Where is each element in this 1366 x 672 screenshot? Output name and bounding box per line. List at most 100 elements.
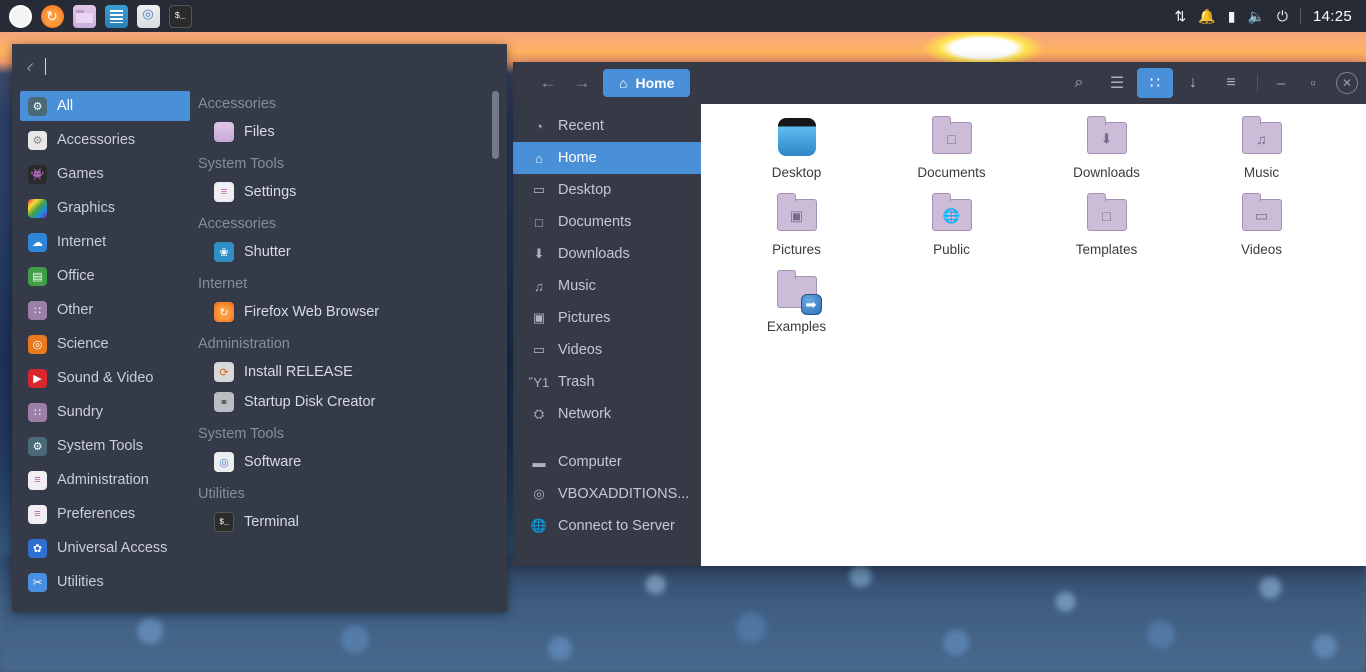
menu-scrollbar[interactable] [492, 91, 499, 591]
menu-application-groups: Accessories Files System Tools ≡ Settings Acc… [198, 87, 507, 537]
file-manager-window: ← → ⌂ Home ⌕ ☰ ∷ ↓ ≡ – ▫ ✕ ◔ Recent ⌂ Home ▭ Desktop… [513, 62, 1366, 566]
menu-app-install-release[interactable]: ⟳ Install RELEASE [198, 357, 507, 387]
system-tray: ⇅ 🔔 ▮ 🔈 ⏻ 14:25 [1175, 8, 1366, 25]
sidebar-item-label: Computer [558, 454, 622, 470]
sidebar-item-trash[interactable]: Ὕ1 Trash [513, 366, 701, 398]
menu-category-other[interactable]: ∷ Other [20, 295, 190, 325]
sidebar-item-documents[interactable]: □ Documents [513, 206, 701, 238]
sidebar-item-music[interactable]: ♫ Music [513, 270, 701, 302]
menu-category-system-tools[interactable]: ⚙ System Tools [20, 431, 190, 461]
menu-category-preferences[interactable]: ≡ Preferences [20, 499, 190, 529]
file-item[interactable]: □ Documents [874, 116, 1029, 193]
forward-arrow-icon[interactable]: → [565, 68, 599, 98]
symlink-badge-icon: ➡ [800, 294, 822, 315]
menu-category-games[interactable]: 👾 Games [20, 159, 190, 189]
search-button[interactable]: ⌕ [1061, 68, 1097, 98]
volume-icon[interactable]: 🔈 [1247, 9, 1264, 23]
menu-app-label: Terminal [244, 514, 299, 530]
menu-app-firefox-web-browser[interactable]: ↻ Firefox Web Browser [198, 297, 507, 327]
globe-icon: 🌐 [530, 518, 548, 533]
menu-category-universal-access[interactable]: ✿ Universal Access [20, 533, 190, 563]
sidebar-item-desktop[interactable]: ▭ Desktop [513, 174, 701, 206]
file-item[interactable]: ➡ Examples [719, 270, 874, 347]
dock-item-terminal[interactable]: $_ [164, 0, 196, 32]
file-item[interactable]: ▣ Pictures [719, 193, 874, 270]
dock-item-firefox[interactable]: ↻ [36, 0, 68, 32]
sidebar-item-label: Desktop [558, 182, 612, 198]
menu-group-heading: System Tools [198, 426, 284, 442]
menu-category-label: Utilities [57, 574, 104, 590]
battery-icon[interactable]: ▮ [1228, 9, 1236, 23]
file-manager-toolbar: ⌕ ☰ ∷ ↓ ≡ – ▫ ✕ [1061, 68, 1358, 98]
menu-category-office[interactable]: ▤ Office [20, 261, 190, 291]
menu-app-terminal[interactable]: $_ Terminal [198, 507, 507, 537]
maximize-button[interactable]: ▫ [1298, 69, 1328, 97]
back-arrow-icon[interactable]: ← [531, 68, 565, 98]
menu-category-sound-video[interactable]: ▶ Sound & Video [20, 363, 190, 393]
menu-category-accessories[interactable]: ⚙ Accessories [20, 125, 190, 155]
close-button[interactable]: ✕ [1336, 72, 1358, 94]
sidebar-item-network[interactable]: ⛭ Network [513, 398, 701, 430]
desktop-folder-icon [773, 116, 821, 160]
dock-item-start-button[interactable] [4, 0, 36, 32]
sidebar-item-connect-to-server[interactable]: 🌐 Connect to Server [513, 510, 701, 542]
menu-category-utilities[interactable]: ✂ Utilities [20, 567, 190, 597]
menu-app-software[interactable]: ◎ Software [198, 447, 507, 477]
menu-app-startup-disk-creator[interactable]: ⚭ Startup Disk Creator [198, 387, 507, 417]
play-icon: ▶ [28, 368, 47, 388]
menu-category-internet[interactable]: ☁ Internet [20, 227, 190, 257]
file-item[interactable]: □ Templates [1029, 193, 1184, 270]
sidebar-item-label: Home [558, 150, 597, 166]
file-item-label: Downloads [1073, 165, 1140, 180]
dock-item-files[interactable] [68, 0, 100, 32]
menu-app-shutter[interactable]: ❀ Shutter [198, 237, 507, 267]
power-icon[interactable]: ⏻ [1277, 9, 1288, 23]
music-note-icon: ♫ [534, 278, 544, 294]
menu-application-list: Accessories Files System Tools ≡ Settings Acc… [190, 87, 507, 612]
menu-button[interactable]: ≡ [1213, 68, 1249, 98]
dock-item-text-editor[interactable] [100, 0, 132, 32]
sidebar-separator [513, 430, 701, 446]
sliders-icon: ≡ [214, 182, 234, 202]
minimize-button[interactable]: – [1266, 69, 1296, 97]
list-view-button[interactable]: ☰ [1099, 68, 1135, 98]
software-center-icon: ◎ [214, 452, 234, 472]
sidebar-item-recent[interactable]: ◔ Recent [513, 110, 701, 142]
menu-category-science[interactable]: ◎ Science [20, 329, 190, 359]
file-item[interactable]: Desktop [719, 116, 874, 193]
list-view-icon: ☰ [1109, 75, 1125, 92]
menu-scrollbar-thumb[interactable] [492, 91, 499, 159]
file-item-label: Examples [766, 319, 827, 334]
sidebar-item-downloads[interactable]: ⬇ Downloads [513, 238, 701, 270]
sidebar-item-pictures[interactable]: ▣ Pictures [513, 302, 701, 334]
network-icon[interactable]: ⇅ [1175, 9, 1187, 23]
clock[interactable]: 14:25 [1313, 8, 1352, 25]
menu-app-label: Firefox Web Browser [244, 304, 380, 320]
file-item[interactable]: ⬇ Downloads [1029, 116, 1184, 193]
menu-app-label: Shutter [244, 244, 291, 260]
menu-app-label: Startup Disk Creator [244, 394, 376, 410]
notification-bell-icon[interactable]: 🔔 [1198, 9, 1215, 23]
menu-app-files[interactable]: Files [198, 117, 507, 147]
sidebar-item-computer[interactable]: ▬ Computer [513, 446, 701, 478]
file-item[interactable]: ▭ Videos [1184, 193, 1339, 270]
sidebar-item-label: Downloads [558, 246, 630, 262]
file-item[interactable]: ♫ Music [1184, 116, 1339, 193]
sidebar-item-home[interactable]: ⌂ Home [513, 142, 701, 174]
dock-item-software[interactable] [132, 0, 164, 32]
menu-category-sundry[interactable]: ∷ Sundry [20, 397, 190, 427]
folder-emblem-icon: □ [947, 130, 956, 147]
grid-view-button[interactable]: ∷ [1137, 68, 1173, 98]
downloads-button[interactable]: ↓ [1175, 68, 1211, 98]
breadcrumb-home-button[interactable]: ⌂ Home [603, 69, 691, 97]
menu-app-settings[interactable]: ≡ Settings [198, 177, 507, 207]
menu-search-field[interactable]: ⌐ [12, 45, 507, 87]
application-menu: ⌐ ⚙ All ⚙ Accessories 👾 Games Graphics ☁ Interne… [12, 44, 507, 612]
menu-category-all[interactable]: ⚙ All [20, 91, 190, 121]
file-item[interactable]: 🌐 Public [874, 193, 1029, 270]
file-manager-content[interactable]: Desktop □ Documents ⬇ Downloads ♫ Music ▣ Pictur… [701, 104, 1366, 566]
menu-category-administration[interactable]: ≡ Administration [20, 465, 190, 495]
menu-category-graphics[interactable]: Graphics [20, 193, 190, 223]
sidebar-item-vboxadditions[interactable]: ◎ VBOXADDITIONS... [513, 478, 701, 510]
sidebar-item-videos[interactable]: ▭ Videos [513, 334, 701, 366]
